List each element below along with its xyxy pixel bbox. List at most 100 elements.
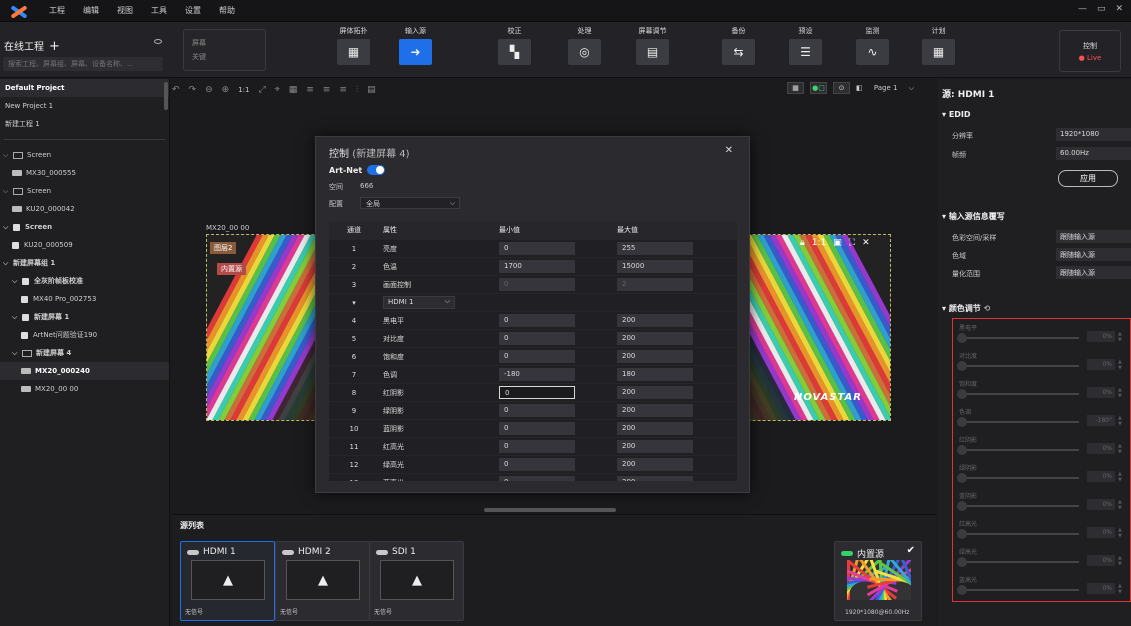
max-input[interactable]: 200 [617,458,693,471]
slider-value[interactable]: 0% [1087,555,1115,566]
tree-item[interactable]: MX20_00 00 [0,380,169,398]
output-view-button[interactable]: ●▢ [810,82,827,94]
project-search-input[interactable] [3,57,163,71]
zoom-out-icon[interactable]: ⊖ [205,85,213,95]
align-center-icon[interactable]: ≡ [323,85,331,95]
toolbar-button[interactable]: 屏幕调节 ▤ [628,26,677,74]
max-input[interactable]: 2 [617,278,693,291]
toolbar-button[interactable]: 备份 ⇆ [714,26,763,74]
min-input[interactable]: 0 [499,242,575,255]
toolbar-button[interactable]: 输入源 ➜ [391,26,440,74]
tree-item[interactable]: ⌵ 新建屏幕 1 [0,308,169,326]
page-selector[interactable]: ◧ Page 1 ⌵ [856,84,914,93]
toolbar-button[interactable]: 校正 ▚ [490,26,539,74]
artnet-switch[interactable]: Art-Net [329,165,386,175]
max-input[interactable]: 200 [617,476,693,481]
override-section[interactable]: ▾ 输入源信息覆写 [942,211,1005,222]
toolbar-button[interactable]: 预设 ☰ [781,26,830,74]
tree-item[interactable]: KU20_000042 [0,200,169,218]
min-input[interactable]: 0 [499,440,575,453]
slider-track[interactable] [959,393,1079,395]
redo-icon[interactable]: ↷ [189,85,197,95]
slider-knob[interactable] [957,389,967,399]
slider-knob[interactable] [957,501,967,511]
min-input[interactable]: 0 [499,332,575,345]
slider-track[interactable] [959,449,1079,451]
tree-item[interactable]: ⌵ Screen [0,218,169,236]
slider-track[interactable] [959,505,1079,507]
distribute-icon[interactable]: ⫶ [356,85,358,95]
slider-knob[interactable] [957,557,967,567]
color-adjust-section[interactable]: ▾ 颜色调节 ⟲ [942,303,990,314]
source-card[interactable]: HDMI 1 ▲ 无信号 [180,541,275,621]
preview-toggle-button[interactable]: ⊙ [833,82,850,94]
min-input[interactable]: 0 [499,476,575,481]
close-layer-icon[interactable]: ✕ [862,238,870,248]
max-input[interactable]: 200 [617,386,693,399]
slider-track[interactable] [959,589,1079,591]
screen-mini-box[interactable]: 屏幕 关键 [183,29,266,71]
slider-track[interactable] [959,365,1079,367]
toolbar-button[interactable]: 计划 ▦ [914,26,963,74]
visibility-icon[interactable] [154,39,162,44]
menu-item-help[interactable]: 帮助 [219,5,235,16]
source-select[interactable]: HDMI 1 [383,296,455,309]
spinner-icon[interactable]: ▲ ▼ [1118,583,1124,595]
artnet-toggle[interactable] [367,165,386,175]
align-right-icon[interactable]: ≡ [339,85,347,95]
maximize-icon[interactable]: ▭ [1097,4,1106,14]
min-input[interactable]: 0 [499,314,575,327]
min-input[interactable]: -180 [499,368,575,381]
chevron-down-icon[interactable]: ⌵ [3,151,11,160]
min-input[interactable]: 0 [499,422,575,435]
dialog-close-icon[interactable]: ✕ [725,145,733,156]
slider-value[interactable]: 0% [1087,387,1115,398]
horizontal-scrollbar[interactable] [484,508,616,512]
zoom-in-icon[interactable]: ⊕ [222,85,230,95]
project-item-default[interactable]: Default Project [0,79,169,97]
internal-source-card[interactable]: 内置源 ✔ 1920*1080@60.00Hz [834,541,922,621]
center-icon[interactable]: ⌖ [275,85,280,95]
resolution-select[interactable]: 1920*1080 [1056,128,1131,141]
min-input[interactable]: 0 [499,278,575,291]
project-item[interactable]: 新建工程 1 [0,115,169,133]
tree-item[interactable]: KU20_000509 [0,236,169,254]
gamut-select[interactable]: 跟随输入源 [1056,248,1131,261]
spinner-icon[interactable]: ▲ ▼ [1118,387,1124,399]
layer-zoom-label[interactable]: 1:1 [812,238,826,248]
lock-icon[interactable]: 🔒︎ [800,238,805,248]
slider-knob[interactable] [957,585,967,595]
tree-item[interactable]: MX30_000555 [0,164,169,182]
apply-button[interactable]: 应用 [1058,170,1118,187]
tree-item[interactable]: MX40 Pro_002753 [0,290,169,308]
tree-item[interactable]: ArtNet问题验证190 [0,326,169,344]
tree-item[interactable]: ⌵ 全灰阶帧板校准 [0,272,169,290]
spinner-icon[interactable]: ▲ ▼ [1118,443,1124,455]
chevron-down-icon[interactable]: ⌵ [12,277,20,286]
max-input[interactable]: 255 [617,242,693,255]
slider-track[interactable] [959,477,1079,479]
max-input[interactable]: 200 [617,440,693,453]
layer-tag[interactable]: 图层2 [210,242,237,254]
fit-icon[interactable]: ▣ [833,238,842,248]
slider-track[interactable] [959,337,1079,339]
toolbar-button[interactable]: 处理 ◎ [560,26,609,74]
max-input[interactable]: 200 [617,332,693,345]
colorspace-select[interactable]: 跟随输入源 [1056,230,1131,243]
source-tag[interactable]: 内置源 [217,263,246,275]
slider-knob[interactable] [957,361,967,371]
close-icon[interactable]: ✕ [1115,4,1123,14]
menu-item-edit[interactable]: 编辑 [83,5,99,16]
space-value[interactable]: 666 [360,182,373,190]
slider-value[interactable]: 0% [1087,471,1115,482]
align-left-icon[interactable]: ≡ [306,85,314,95]
min-input[interactable]: 0 [499,404,575,417]
fit-icon[interactable]: ⤢ [258,85,265,95]
spinner-icon[interactable]: ▲ ▼ [1118,359,1124,371]
menu-item-view[interactable]: 视图 [117,5,133,16]
tree-item[interactable]: ⌵ Screen [0,146,169,164]
slider-value[interactable]: 0% [1087,331,1115,342]
add-project-icon[interactable]: + [49,39,60,54]
chevron-down-icon[interactable]: ⌵ [3,223,11,232]
fullscreen-icon[interactable]: ⛶ [849,238,855,248]
